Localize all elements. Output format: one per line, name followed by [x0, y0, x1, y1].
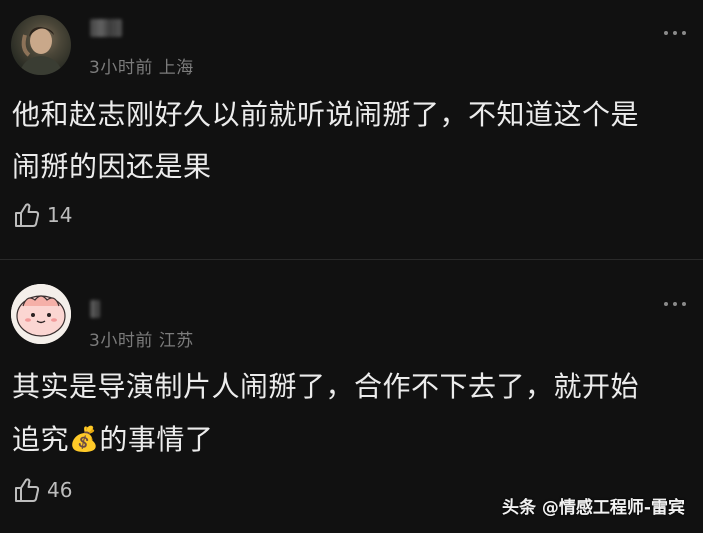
- comment-fragment: 追究: [12, 423, 70, 456]
- more-dot: [664, 31, 668, 35]
- comment-line: 追究💰的事情了: [12, 413, 692, 466]
- comment-text: 其实是导演制片人闹掰了，合作不下去了，就开始 追究💰的事情了: [12, 361, 692, 466]
- comment-line: 他和赵志刚好久以前就听说闹掰了，不知道这个是: [12, 98, 640, 131]
- like-count: 46: [47, 478, 73, 502]
- comment-line: 其实是导演制片人闹掰了，合作不下去了，就开始: [12, 370, 640, 403]
- more-options-button[interactable]: [664, 300, 686, 308]
- username-blurred[interactable]: [90, 19, 122, 37]
- more-dot: [682, 302, 686, 306]
- username-blurred[interactable]: [90, 300, 100, 318]
- avatar[interactable]: [11, 15, 71, 75]
- comment-item: 3小时前 上海 他和赵志刚好久以前就听说闹掰了，不知道这个是 闹掰的因还是果 1…: [0, 0, 703, 258]
- comment-line: 闹掰的因还是果: [12, 150, 212, 183]
- more-dot: [673, 31, 677, 35]
- more-dot: [673, 302, 677, 306]
- comment-text: 他和赵志刚好久以前就听说闹掰了，不知道这个是 闹掰的因还是果: [12, 89, 692, 193]
- more-options-button[interactable]: [664, 29, 686, 37]
- like-button[interactable]: 46: [13, 476, 72, 504]
- divider: [0, 259, 703, 260]
- watermark: 头条 @情感工程师-雷宾: [502, 498, 685, 518]
- more-dot: [664, 302, 668, 306]
- thumbs-up-icon: [15, 203, 40, 227]
- more-dot: [682, 31, 686, 35]
- thumbs-up-icon: [15, 478, 40, 502]
- comment-meta: 3小时前 江苏: [89, 331, 194, 351]
- like-count: 14: [47, 203, 73, 227]
- avatar[interactable]: [11, 284, 71, 344]
- money-bag-emoji: 💰: [69, 425, 100, 453]
- comment-fragment: 的事情了: [99, 423, 214, 456]
- like-button[interactable]: 14: [13, 201, 72, 229]
- comment-meta: 3小时前 上海: [89, 58, 194, 78]
